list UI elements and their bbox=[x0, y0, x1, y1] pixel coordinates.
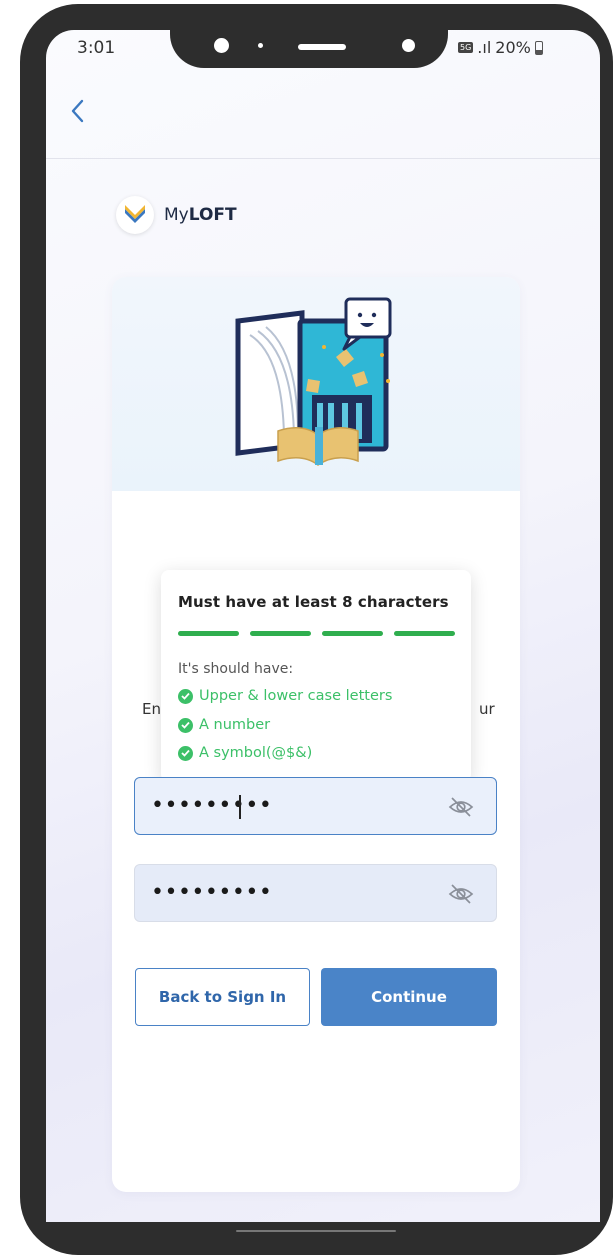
instruction-text-start: En bbox=[142, 700, 161, 718]
strength-meter bbox=[178, 631, 455, 636]
confirm-password-input[interactable]: ••••••••• bbox=[134, 864, 497, 922]
battery-icon bbox=[534, 40, 543, 55]
book-illustration-icon bbox=[235, 297, 392, 466]
hero-illustration-area bbox=[112, 277, 520, 491]
password-requirements-tooltip: Must have at least 8 characters It's sho… bbox=[161, 570, 471, 782]
status-time: 3:01 bbox=[77, 38, 116, 58]
brand-header: MyLOFT bbox=[116, 196, 237, 234]
eye-slash-icon[interactable] bbox=[448, 882, 474, 906]
check-circle-icon bbox=[178, 717, 193, 733]
tooltip-title: Must have at least 8 characters bbox=[178, 593, 449, 611]
password-value: ••••••••• bbox=[151, 793, 273, 818]
strength-bar bbox=[394, 631, 455, 636]
continue-button[interactable]: Continue bbox=[321, 968, 497, 1026]
tooltip-subtitle: It's should have: bbox=[178, 661, 294, 677]
signal-icon: .ıl bbox=[477, 38, 492, 57]
check-circle-icon bbox=[178, 745, 193, 761]
confirm-password-value: ••••••••• bbox=[151, 880, 273, 905]
requirement-item: A number bbox=[178, 717, 270, 733]
battery-percent: 20% bbox=[495, 38, 531, 57]
status-indicators: 5G .ıl 20% bbox=[458, 38, 543, 57]
back-to-sign-in-button[interactable]: Back to Sign In bbox=[135, 968, 310, 1026]
eye-slash-icon[interactable] bbox=[448, 795, 474, 819]
requirement-item: A symbol(@$&) bbox=[178, 745, 312, 761]
instruction-text-end: ur bbox=[479, 700, 495, 718]
requirement-item: Upper & lower case letters bbox=[178, 688, 392, 704]
strength-bar bbox=[250, 631, 311, 636]
text-cursor bbox=[239, 795, 241, 819]
password-input[interactable]: ••••••••• bbox=[134, 777, 497, 835]
check-circle-icon bbox=[178, 688, 193, 704]
myloft-logo-icon bbox=[116, 196, 154, 234]
network-type-badge: 5G bbox=[458, 42, 474, 53]
back-arrow-icon[interactable] bbox=[66, 96, 90, 126]
strength-bar bbox=[322, 631, 383, 636]
brand-name: MyLOFT bbox=[164, 205, 237, 225]
home-indicator[interactable] bbox=[236, 1230, 396, 1232]
strength-bar bbox=[178, 631, 239, 636]
top-bar bbox=[46, 62, 600, 159]
